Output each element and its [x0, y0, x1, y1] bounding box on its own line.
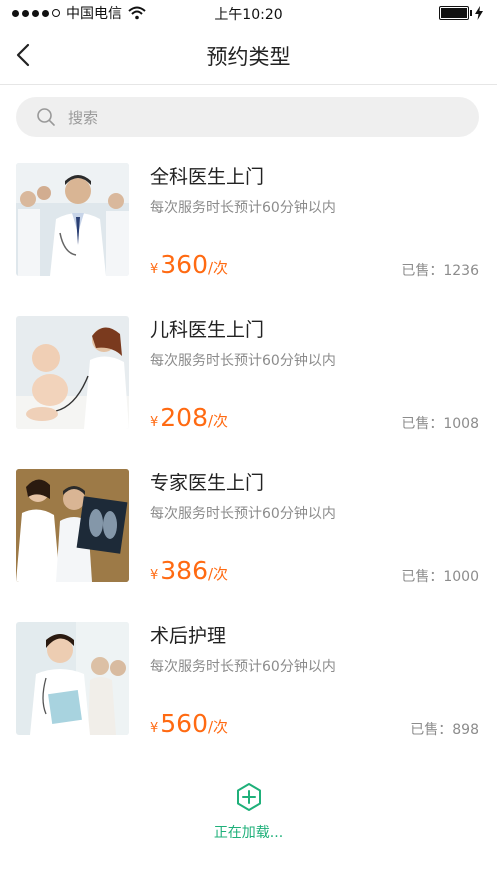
battery-icon: [439, 6, 472, 20]
service-image: [16, 316, 129, 429]
loading-indicator: 正在加载...: [0, 782, 497, 842]
service-item-pediatrician[interactable]: 儿科医生上门 每次服务时长预计60分钟以内 ¥ 208 /次 已售：1008: [0, 313, 497, 466]
sold-count: 已售：1008: [401, 416, 479, 432]
service-item-post-op-care[interactable]: 术后护理 每次服务时长预计60分钟以内 ¥ 560 /次 已售：898: [0, 619, 497, 772]
service-description: 每次服务时长预计60分钟以内: [150, 353, 336, 369]
sold-count: 已售：1000: [401, 569, 479, 585]
service-price: ¥ 208 /次: [150, 403, 228, 432]
price-value: 208: [160, 403, 208, 432]
price-currency: ¥: [150, 568, 159, 583]
price-currency: ¥: [150, 262, 159, 277]
service-price: ¥ 386 /次: [150, 556, 228, 585]
search-icon: [37, 108, 55, 126]
service-list: 全科医生上门 每次服务时长预计60分钟以内 ¥ 360 /次 已售：1236 儿…: [0, 160, 497, 772]
service-description: 每次服务时长预计60分钟以内: [150, 506, 336, 522]
service-image: [16, 469, 129, 582]
search-input[interactable]: 搜索: [16, 97, 479, 137]
service-description: 每次服务时长预计60分钟以内: [150, 659, 336, 675]
service-image: [16, 622, 129, 735]
service-price: ¥ 360 /次: [150, 250, 228, 279]
service-title: 专家医生上门: [150, 472, 265, 494]
service-title: 术后护理: [150, 625, 227, 647]
service-item-general-practitioner[interactable]: 全科医生上门 每次服务时长预计60分钟以内 ¥ 360 /次 已售：1236: [0, 160, 497, 313]
page-title: 预约类型: [206, 45, 291, 69]
price-value: 360: [160, 250, 208, 279]
price-unit: /次: [208, 718, 229, 736]
service-title: 儿科医生上门: [150, 319, 265, 341]
service-item-specialist[interactable]: 专家医生上门 每次服务时长预计60分钟以内 ¥ 386 /次 已售：1000: [0, 466, 497, 619]
service-description: 每次服务时长预计60分钟以内: [150, 200, 336, 216]
price-value: 560: [160, 709, 208, 738]
price-currency: ¥: [150, 721, 159, 736]
price-value: 386: [160, 556, 208, 585]
sold-count: 已售：898: [410, 722, 479, 738]
price-unit: /次: [208, 565, 229, 583]
charging-icon: [475, 6, 483, 20]
sold-count: 已售：1236: [401, 263, 479, 279]
price-unit: /次: [208, 259, 229, 277]
status-time: 上午10:20: [214, 7, 283, 23]
service-image: [16, 163, 129, 276]
price-unit: /次: [208, 412, 229, 430]
price-currency: ¥: [150, 415, 159, 430]
search-placeholder: 搜索: [68, 108, 99, 127]
service-title: 全科医生上门: [150, 166, 265, 188]
status-right: [439, 6, 483, 20]
loading-text: 正在加载...: [213, 825, 284, 841]
nav-bar: 预约类型: [0, 26, 497, 85]
status-bar: 中国电信 上午10:20: [0, 0, 497, 26]
service-price: ¥ 560 /次: [150, 709, 228, 738]
plus-circle-icon: [236, 783, 261, 811]
